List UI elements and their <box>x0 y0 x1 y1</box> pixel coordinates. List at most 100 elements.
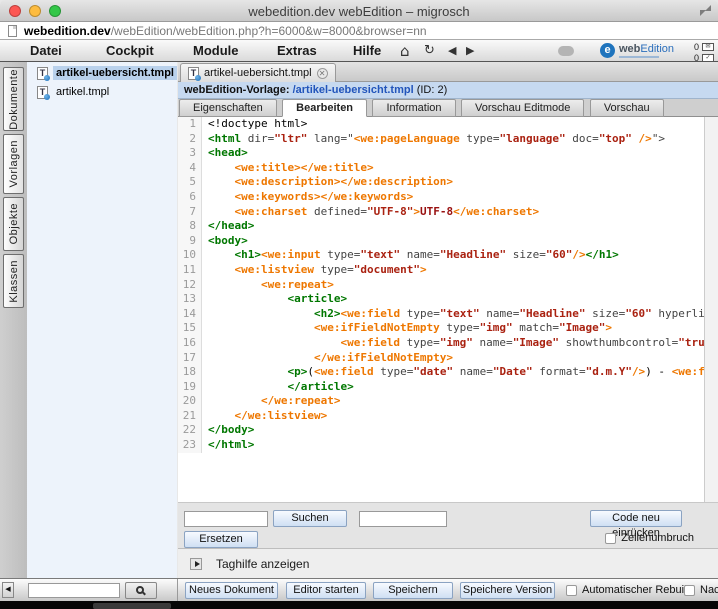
logo-e-icon: e <box>600 43 615 58</box>
quick-search-input[interactable] <box>28 583 120 598</box>
code-line: 1<!doctype html> <box>178 117 718 132</box>
sidebar-tab-objekte[interactable]: Objekte <box>3 197 24 251</box>
sidebar-tab-vorlagen[interactable]: Vorlagen <box>3 134 24 194</box>
sidebar: Dokumente Vorlagen Objekte Klassen T art… <box>0 62 177 578</box>
content-area: Dokumente Vorlagen Objekte Klassen T art… <box>0 62 718 578</box>
logo-brand-web: web <box>619 43 640 55</box>
bottom-edge-notch <box>93 603 171 609</box>
neues-dokument-button[interactable]: Neues Dokument <box>185 582 278 599</box>
code-line: 16 <we:field type="img" name="Image" sho… <box>178 336 718 351</box>
toolbar-divider <box>177 579 178 602</box>
tab-eigenschaften[interactable]: Eigenschaften <box>179 99 277 117</box>
code-editor[interactable]: 1<!doctype html>2<html dir="ltr" lang="<… <box>178 117 718 502</box>
page-icon <box>8 25 17 37</box>
menu-hilfe[interactable]: Hilfe <box>353 43 381 58</box>
speichern-button[interactable]: Speichern <box>373 582 453 599</box>
editor-starten-button[interactable]: Editor starten <box>286 582 366 599</box>
code-line: 5 <we:description></we:description> <box>178 175 718 190</box>
app-window: webedition.dev webEdition – migrosch web… <box>0 0 718 609</box>
menu-module[interactable]: Module <box>193 43 239 58</box>
code-line: 20 </we:repeat> <box>178 394 718 409</box>
chat-bubble-icon[interactable] <box>558 46 574 56</box>
document-tab[interactable]: T artikel-uebersicht.tmpl ✕ <box>180 63 336 82</box>
bottom-toolbar: ◀ Neues Dokument Editor starten Speicher… <box>0 578 718 601</box>
task-icon: ✓ <box>702 54 714 62</box>
taghelp-bar: Taghilfe anzeigen <box>178 548 718 578</box>
tree-item-label[interactable]: artikel.tmpl <box>53 85 112 99</box>
document-path-link[interactable]: /artikel-uebersicht.tmpl <box>293 84 414 96</box>
code-line: 18 <p>(<we:field type="date" name="Date"… <box>178 365 718 380</box>
menu-extras[interactable]: Extras <box>277 43 317 58</box>
auto-rebuild-label: Automatischer Rebuild <box>582 584 693 596</box>
code-line: 7 <we:charset defined="UTF-8">UTF-8</we:… <box>178 205 718 220</box>
code-line: 21 </we:listview> <box>178 409 718 424</box>
url-path: /webEdition/webEdition.php?h=6000&w=8000… <box>111 24 427 38</box>
code-line: 3<head> <box>178 146 718 161</box>
main-panel: T artikel-uebersicht.tmpl ✕ webEdition-V… <box>178 62 718 578</box>
url-domain: webedition.dev <box>24 24 111 38</box>
auto-rebuild-checkbox[interactable] <box>566 585 577 596</box>
code-line: 4 <we:title></we:title> <box>178 161 718 176</box>
find-input[interactable] <box>184 511 268 527</box>
window-bottom-edge <box>0 601 718 609</box>
sidebar-tab-dokumente[interactable]: Dokumente <box>3 67 24 131</box>
wrap-option: Zeilenumbruch <box>605 532 694 544</box>
mail-counter[interactable]: 0 ✉ <box>694 42 714 52</box>
logo-brand-edition: Edition <box>640 43 674 55</box>
suchen-button[interactable]: Suchen <box>273 510 347 527</box>
taghelp-label[interactable]: Taghilfe anzeigen <box>216 557 309 571</box>
fullscreen-icon[interactable] <box>700 5 711 16</box>
logo-tagline <box>619 56 659 58</box>
back-icon[interactable]: ◀ <box>448 44 456 57</box>
tree-item[interactable]: T artikel.tmpl <box>27 84 177 100</box>
url-bar[interactable]: webedition.dev/webEdition/webEdition.php… <box>0 22 718 40</box>
nach-s-option: Nach S <box>684 584 718 596</box>
tab-vorschau[interactable]: Vorschau <box>590 99 664 117</box>
home-icon[interactable]: ⌂ <box>400 42 410 60</box>
tree-item[interactable]: T artikel-uebersicht.tmpl <box>27 65 177 81</box>
zeilenumbruch-checkbox[interactable] <box>605 533 616 544</box>
titlebar: webedition.dev webEdition – migrosch <box>0 0 718 22</box>
speichere-version-button[interactable]: Speichere Version <box>460 582 555 599</box>
nach-s-checkbox[interactable] <box>684 585 695 596</box>
magnifier-icon <box>136 586 144 594</box>
reindent-button[interactable]: Code neu einrücken <box>590 510 682 527</box>
forward-icon[interactable]: ▶ <box>466 44 474 57</box>
sidebar-tab-klassen[interactable]: Klassen <box>3 254 24 308</box>
document-tab-row: T artikel-uebersicht.tmpl ✕ <box>178 62 718 82</box>
code-line: 6 <we:keywords></we:keywords> <box>178 190 718 205</box>
quick-search-button[interactable] <box>125 582 157 599</box>
menu-bar: Datei Cockpit Module Extras Hilfe ⌂ ↻ ◀ … <box>0 40 718 62</box>
tab-bearbeiten[interactable]: Bearbeiten <box>282 99 367 117</box>
code-line: 19 </article> <box>178 380 718 395</box>
code-line: 22</body> <box>178 423 718 438</box>
tab-information[interactable]: Information <box>372 99 455 117</box>
tree-item-label[interactable]: artikel-uebersicht.tmpl <box>53 66 177 80</box>
notification-counters: 0 ✉ 0 ✓ <box>694 42 714 63</box>
tab-vorschau-editmode[interactable]: Vorschau Editmode <box>461 99 584 117</box>
close-tab-icon[interactable]: ✕ <box>317 68 328 79</box>
refresh-icon[interactable]: ↻ <box>424 43 435 58</box>
collapse-sidebar-button[interactable]: ◀ <box>2 582 14 598</box>
replace-input[interactable] <box>359 511 447 527</box>
template-file-icon: T <box>37 86 48 99</box>
document-tab-label: artikel-uebersicht.tmpl <box>204 67 312 79</box>
auto-rebuild-option: Automatischer Rebuild <box>566 584 693 596</box>
code-line: 11 <we:listview type="document"> <box>178 263 718 278</box>
document-id-label: (ID: 2) <box>417 84 448 96</box>
nach-s-label: Nach S <box>700 584 718 596</box>
code-lines: 1<!doctype html>2<html dir="ltr" lang="<… <box>178 117 718 453</box>
mail-icon: ✉ <box>702 43 714 51</box>
file-tree: T artikel-uebersicht.tmpl T artikel.tmpl <box>27 62 177 578</box>
ersetzen-button[interactable]: Ersetzen <box>184 531 258 548</box>
template-file-icon: T <box>188 67 199 80</box>
code-line: 17 </we:ifFieldNotEmpty> <box>178 351 718 366</box>
code-line: 10 <h1><we:input type="text" name="Headl… <box>178 248 718 263</box>
editor-tabs-row: Eigenschaften Bearbeiten Information Vor… <box>178 99 718 117</box>
code-line: 2<html dir="ltr" lang="<we:pageLanguage … <box>178 132 718 147</box>
menu-cockpit[interactable]: Cockpit <box>106 43 154 58</box>
editor-scrollbar[interactable] <box>704 117 718 502</box>
menu-datei[interactable]: Datei <box>30 43 62 58</box>
code-line: 15 <we:ifFieldNotEmpty type="img" match=… <box>178 321 718 336</box>
taghelp-expand-icon[interactable] <box>190 558 202 570</box>
